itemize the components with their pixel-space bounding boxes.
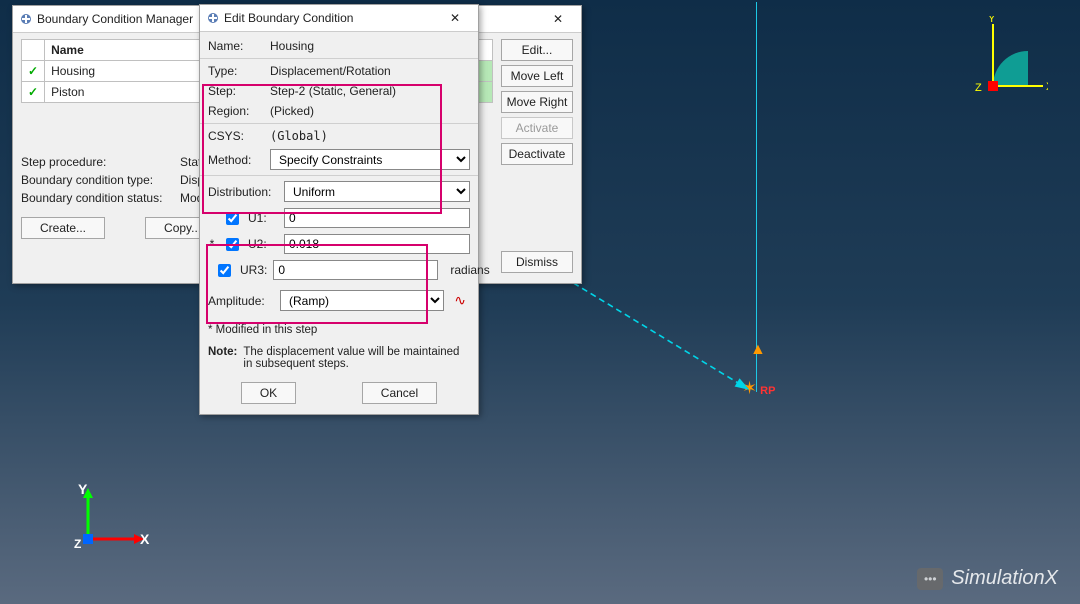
u2-label: U2:: [248, 237, 278, 251]
svg-text:Y: Y: [988, 16, 996, 25]
edit-bc-dialog: Edit Boundary Condition ✕ Name:Housing T…: [199, 4, 479, 415]
u2-checkbox[interactable]: [226, 238, 239, 251]
edit-button[interactable]: Edit...: [501, 39, 573, 61]
u1-checkbox[interactable]: [226, 212, 239, 225]
cancel-button[interactable]: Cancel: [362, 382, 437, 404]
u1-label: U1:: [248, 211, 278, 225]
view-triad-bottom: X Y Z: [74, 484, 154, 554]
deactivate-button[interactable]: Deactivate: [501, 143, 573, 165]
distribution-select[interactable]: Uniform: [284, 181, 470, 202]
bc-step-value: Step-2 (Static, General): [270, 84, 396, 98]
svg-text:Y: Y: [78, 484, 88, 497]
svg-text:Z: Z: [74, 537, 81, 551]
ur3-checkbox[interactable]: [218, 264, 231, 277]
modified-marker: *: [208, 237, 216, 251]
amplitude-plot-icon[interactable]: ∿: [450, 292, 470, 309]
check-icon: ✓: [22, 61, 45, 82]
reference-point-marker: ▲ ✶ RP: [742, 385, 775, 397]
ur3-label: UR3:: [240, 263, 267, 277]
modified-note: * Modified in this step: [208, 324, 470, 336]
watermark-text: SimulationX: [951, 567, 1058, 590]
view-triad-top: X Y Z: [948, 16, 1048, 116]
svg-text:Z: Z: [975, 82, 982, 94]
wechat-icon: •••: [917, 568, 943, 590]
create-button[interactable]: Create...: [21, 217, 105, 239]
svg-text:X: X: [140, 531, 150, 547]
svg-text:X: X: [1046, 81, 1048, 93]
bc-arrow-glyph: ▲: [750, 341, 766, 359]
bc-csys-value: (Global): [270, 129, 328, 143]
note-label: Note:: [208, 346, 237, 370]
watermark: ••• SimulationX: [917, 567, 1058, 590]
bc-name-value: Housing: [270, 39, 314, 53]
note-text: The displacement value will be maintaine…: [243, 346, 470, 370]
edit-bc-titlebar[interactable]: Edit Boundary Condition ✕: [200, 5, 478, 32]
app-icon: [19, 12, 33, 26]
edit-bc-title: Edit Boundary Condition: [224, 11, 353, 25]
activate-button: Activate: [501, 117, 573, 139]
model-edge: [756, 2, 757, 392]
bc-side-buttons: Edit... Move Left Move Right Activate De…: [501, 39, 573, 273]
dismiss-button[interactable]: Dismiss: [501, 251, 573, 273]
u1-input[interactable]: [284, 208, 470, 228]
bc-type-value: Displacement/Rotation: [270, 64, 391, 78]
bc-region-value: (Picked): [270, 104, 314, 118]
bc-manager-title: Boundary Condition Manager: [37, 12, 193, 26]
move-left-button[interactable]: Move Left: [501, 65, 573, 87]
bc-manager-close-button[interactable]: ✕: [541, 9, 575, 29]
rp-label: RP: [760, 385, 775, 397]
app-icon: [206, 11, 220, 25]
move-right-button[interactable]: Move Right: [501, 91, 573, 113]
radians-label: radians: [450, 263, 489, 277]
edit-bc-close-button[interactable]: ✕: [438, 8, 472, 28]
check-icon: ✓: [22, 82, 45, 103]
method-select[interactable]: Specify Constraints: [270, 149, 470, 170]
ur3-input[interactable]: [273, 260, 438, 280]
rp-glyph: ✶: [742, 378, 757, 398]
amplitude-select[interactable]: (Ramp): [280, 290, 444, 311]
ok-button[interactable]: OK: [241, 382, 296, 404]
u2-input[interactable]: [284, 234, 470, 254]
